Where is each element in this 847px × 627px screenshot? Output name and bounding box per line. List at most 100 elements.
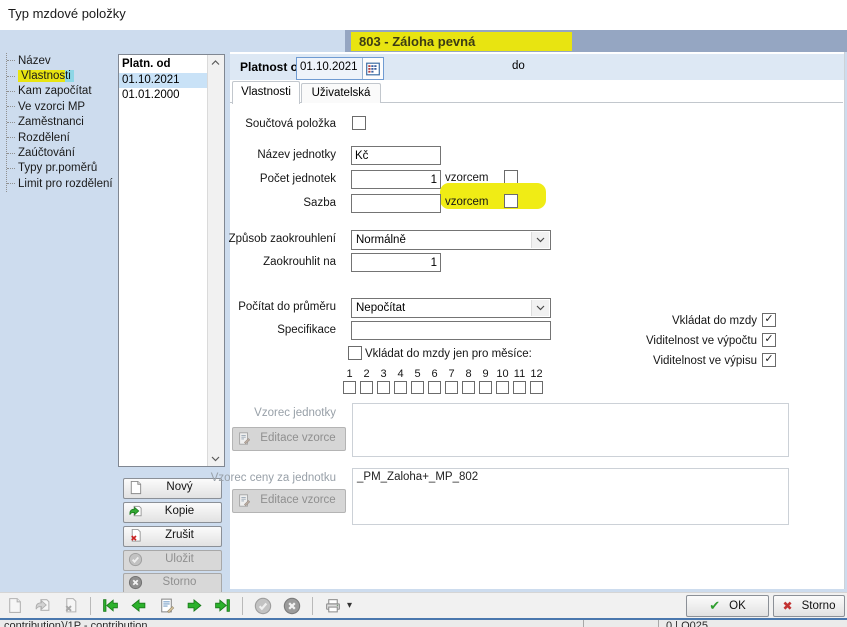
sidebar-item-kam-zapocitat[interactable]: Kam započítat [7, 84, 113, 99]
toolbar-copy-button[interactable] [34, 597, 51, 614]
sidebar-item-limit-pro-rozdeleni[interactable]: Limit pro rozdělení [7, 176, 113, 191]
toolbar-separator [312, 597, 313, 615]
validity-list-item[interactable]: 01.10.2021 [119, 73, 208, 88]
previous-record-icon [130, 597, 147, 614]
rounding-method-select[interactable]: Normálně [351, 230, 551, 250]
rounding-method-label: Způsob zaokrouhlení [190, 233, 336, 245]
edit-price-formula-button[interactable]: Editace vzorce [232, 489, 346, 513]
month-7-checkbox[interactable] [445, 381, 458, 394]
toolbar-print-button[interactable] [324, 597, 342, 614]
month-12-checkbox[interactable] [530, 381, 543, 394]
page-title: Typ mzdové položky [8, 6, 126, 21]
month-number: 8 [460, 368, 477, 380]
toolbar-confirm-button[interactable] [254, 597, 272, 615]
scroll-up-icon[interactable] [208, 55, 223, 70]
month-number: 11 [511, 368, 528, 380]
storno-button[interactable]: Storno [123, 573, 222, 594]
insert-to-wage-checkbox[interactable] [762, 313, 776, 327]
sidebar-item-typy-pr-pomeru[interactable]: Typy pr.poměrů [7, 161, 113, 176]
edit-record-icon [158, 597, 175, 614]
month-3-checkbox[interactable] [377, 381, 390, 394]
sidebar-item-ve-vzorci-mp[interactable]: Ve vzorci MP [7, 99, 113, 114]
toolbar-cancel-button[interactable] [283, 597, 301, 615]
round-to-input[interactable] [351, 253, 441, 272]
months-only-checkbox[interactable] [348, 346, 362, 360]
toolbar-separator [90, 597, 91, 615]
main-window-body: 803 - Záloha pevná Název Vlastnosti Kam … [0, 30, 847, 592]
sidebar-item-nazev[interactable]: Název [7, 53, 113, 68]
visible-in-report-label: Viditelnost ve výpisu [517, 355, 757, 367]
toolbar-next-record-button[interactable] [186, 597, 203, 614]
month-8-checkbox[interactable] [462, 381, 475, 394]
month-5-checkbox[interactable] [411, 381, 424, 394]
chevron-down-icon[interactable] [531, 232, 549, 248]
unit-formula-label: Vzorec jednotky [190, 407, 336, 419]
month-10-checkbox[interactable] [496, 381, 509, 394]
months-selector: 1 2 3 4 5 6 7 8 9 10 11 12 [341, 368, 545, 394]
toolbar-last-record-button[interactable] [214, 597, 231, 614]
delete-button[interactable]: Zrušit [123, 526, 222, 547]
save-button[interactable]: Uložit [123, 550, 222, 571]
validity-from-field[interactable]: 01.10.2021 [296, 57, 384, 80]
status-separator [583, 620, 584, 627]
toolbar-separator [242, 597, 243, 615]
month-number: 2 [358, 368, 375, 380]
validity-from-value[interactable]: 01.10.2021 [297, 58, 362, 79]
rate-input[interactable] [351, 194, 441, 213]
app-window: Typ mzdové položky 803 - Záloha pevná Ná… [0, 0, 847, 627]
unit-formula-field[interactable] [352, 403, 789, 457]
month-number: 12 [528, 368, 545, 380]
month-4-checkbox[interactable] [394, 381, 407, 394]
validity-to-label: do [512, 60, 525, 72]
round-to-label: Zaokrouhlit na [190, 256, 336, 268]
validity-list-item[interactable]: 01.01.2000 [119, 88, 208, 103]
scroll-down-icon[interactable] [208, 451, 223, 466]
sum-item-checkbox[interactable] [352, 116, 366, 130]
unit-count-input[interactable] [351, 170, 441, 189]
visible-in-report-checkbox[interactable] [762, 353, 776, 367]
month-number: 5 [409, 368, 426, 380]
visible-in-calc-label: Viditelnost ve výpočtu [517, 335, 757, 347]
dropdown-caret-icon[interactable]: ▾ [347, 600, 352, 611]
sidebar-item-rozdeleni[interactable]: Rozdělení [7, 130, 113, 145]
toolbar-first-record-button[interactable] [102, 597, 119, 614]
toolbar-delete-button[interactable] [62, 597, 79, 614]
record-title-highlight: 803 - Záloha pevná [351, 32, 572, 51]
tab-uzivatelska[interactable]: Uživatelská [301, 83, 381, 103]
edit-unit-formula-button[interactable]: Editace vzorce [232, 427, 346, 451]
cancel-circle-icon [283, 597, 301, 615]
chevron-down-icon[interactable] [531, 300, 549, 316]
sidebar-item-zauctovani[interactable]: Zaúčtování [7, 145, 113, 160]
last-record-icon [214, 597, 231, 614]
month-9-checkbox[interactable] [479, 381, 492, 394]
unit-count-formula-checkbox[interactable] [504, 170, 518, 184]
tab-vlastnosti[interactable]: Vlastnosti [232, 81, 300, 104]
sum-item-label: Součtová položka [190, 118, 336, 130]
visible-in-calc-checkbox[interactable] [762, 333, 776, 347]
calendar-button[interactable] [362, 58, 383, 79]
unit-name-input[interactable] [351, 146, 441, 165]
check-icon: ✔ [709, 598, 720, 614]
toolbar-new-button[interactable] [6, 597, 23, 614]
detail-panel: Platnost od 01.10.2021 do Vlastnosti Uži… [230, 52, 845, 589]
month-1-checkbox[interactable] [343, 381, 356, 394]
footer-storno-button[interactable]: ✖ Storno [773, 595, 845, 617]
month-11-checkbox[interactable] [513, 381, 526, 394]
sidebar-item-vlastnosti[interactable]: Vlastnosti [7, 68, 113, 83]
month-number: 7 [443, 368, 460, 380]
status-separator [658, 620, 659, 627]
calendar-icon [366, 62, 380, 76]
price-formula-field[interactable]: _PM_Zaloha+_MP_802 [352, 468, 789, 525]
record-header-bar: 803 - Záloha pevná [345, 30, 847, 52]
sidebar-item-zamestnanci[interactable]: Zaměstnanci [7, 115, 113, 130]
insert-to-wage-label: Vkládat do mzdy [517, 315, 757, 327]
toolbar-edit-record-button[interactable] [158, 597, 175, 614]
copy-button[interactable]: Kopie [123, 502, 222, 523]
new-document-icon [6, 597, 23, 614]
rate-formula-checkbox[interactable] [504, 194, 518, 208]
month-2-checkbox[interactable] [360, 381, 373, 394]
next-record-icon [186, 597, 203, 614]
toolbar-previous-record-button[interactable] [130, 597, 147, 614]
ok-button[interactable]: ✔ OK [686, 595, 769, 617]
month-6-checkbox[interactable] [428, 381, 441, 394]
